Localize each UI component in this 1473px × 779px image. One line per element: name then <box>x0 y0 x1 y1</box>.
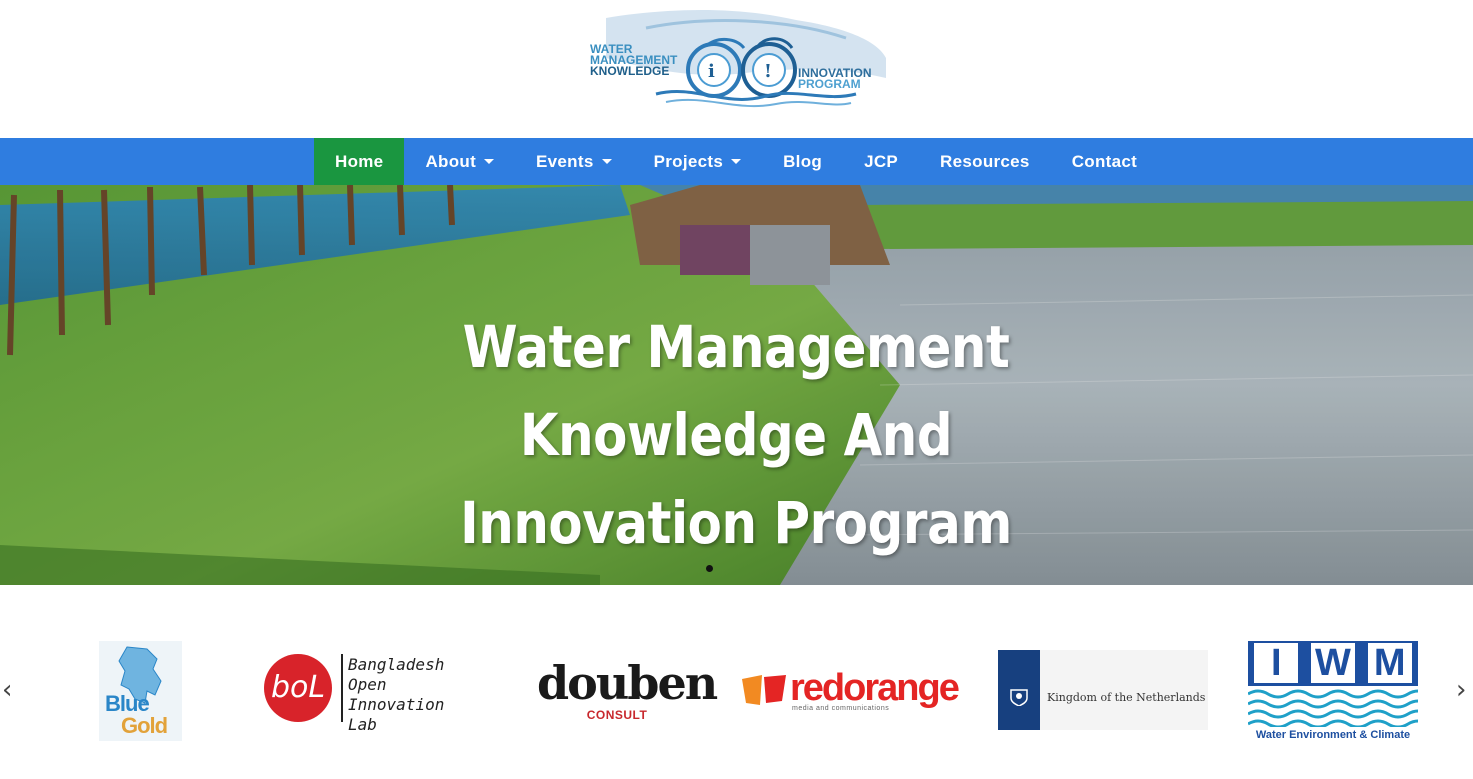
caret-down-icon <box>484 159 495 164</box>
iwm-caption: Water Environment & Climate <box>1255 729 1411 741</box>
hero-title: Water Management Knowledge And Innovatio… <box>306 303 1166 567</box>
bol-line: Bangladesh <box>348 655 445 674</box>
iwm-letter: W <box>1310 643 1355 683</box>
nav-item-blog[interactable]: Blog <box>762 138 843 185</box>
bol-line: Open Innovation <box>348 675 445 714</box>
nav-list: Home About Events Projects Blog JCP Reso… <box>314 138 1158 185</box>
nav-item-label: JCP <box>864 151 899 171</box>
nav-item-home[interactable]: Home <box>314 138 405 185</box>
nav-item-label: Blog <box>783 151 823 171</box>
slider-dot[interactable] <box>706 565 713 572</box>
main-nav: Home About Events Projects Blog JCP Reso… <box>0 138 1473 185</box>
netherlands-text: Kingdom of the Netherlands <box>1047 691 1206 704</box>
bol-line: Lab <box>348 715 377 734</box>
bol-mark: boL <box>264 654 332 722</box>
hero-slider: Water Management Knowledge And Innovatio… <box>0 185 1473 585</box>
iwm-letters: I W M <box>1248 643 1418 683</box>
nav-item-resources[interactable]: Resources <box>919 138 1051 185</box>
douben-name: douben <box>537 656 718 710</box>
partner-logo-bol[interactable]: boL Bangladesh Open Innovation Lab <box>262 652 490 734</box>
partner-logo-redorange[interactable]: redorange media and communications <box>742 667 968 715</box>
logo-line: KNOWLEDGE <box>590 64 670 78</box>
caret-down-icon <box>731 159 742 164</box>
partners-carousel: ‹ › Blue Gold boL Bangladesh Open Innova… <box>0 585 1473 779</box>
nav-item-label: Projects <box>653 151 724 171</box>
nav-item-events[interactable]: Events <box>515 138 633 185</box>
logo-letter-exclaim: ! <box>764 61 772 82</box>
nav-item-jcp[interactable]: JCP <box>843 138 919 185</box>
site-logo[interactable]: WATER MANAGEMENT KNOWLEDGE i ! INNOVATIO… <box>586 8 888 112</box>
redorange-mark-icon <box>742 675 786 705</box>
bol-divider <box>341 654 343 722</box>
nav-item-contact[interactable]: Contact <box>1051 138 1158 185</box>
nav-item-projects[interactable]: Projects <box>633 138 763 185</box>
bluegold-word-gold: Gold <box>121 713 168 738</box>
redorange-sub: media and communications <box>792 705 890 712</box>
partner-logo-netherlands[interactable]: Kingdom of the Netherlands <box>998 650 1208 730</box>
chevron-right-icon[interactable]: › <box>1456 677 1466 703</box>
partner-logo-iwm[interactable]: I W M Water Environment & Climate <box>1248 641 1418 745</box>
logo-line: PROGRAM <box>798 77 861 91</box>
nav-item-label: Events <box>536 151 594 171</box>
nav-item-about[interactable]: About <box>404 138 515 185</box>
iwm-letter: I <box>1254 643 1299 683</box>
logo-text-left: WATER MANAGEMENT KNOWLEDGE <box>590 43 677 78</box>
chevron-left-icon[interactable]: ‹ <box>2 677 12 703</box>
hero-title-line: Innovation Program <box>460 489 1012 557</box>
partner-logo-bluegold[interactable]: Blue Gold <box>99 641 182 741</box>
bol-text: Bangladesh Open Innovation Lab <box>348 655 490 735</box>
site-header: WATER MANAGEMENT KNOWLEDGE i ! INNOVATIO… <box>0 0 1473 138</box>
nav-item-label: Home <box>335 151 384 171</box>
netherlands-banner <box>998 650 1040 730</box>
iwm-waves-icon <box>1248 686 1418 727</box>
hero-title-line: Water Management Knowledge And <box>462 313 1010 469</box>
nav-item-label: Contact <box>1071 151 1138 171</box>
nav-item-label: About <box>425 151 477 171</box>
coat-of-arms-icon <box>1010 689 1028 706</box>
logo-letter-i: i <box>708 61 715 82</box>
nav-item-label: Resources <box>940 151 1030 171</box>
caret-down-icon <box>601 159 612 164</box>
iwm-letter: M <box>1367 643 1412 683</box>
logo-text-right: INNOVATION PROGRAM <box>798 67 872 91</box>
douben-sub: CONSULT <box>586 708 648 722</box>
partner-logo-douben[interactable]: douben CONSULT <box>537 656 718 728</box>
redorange-name: redorange <box>790 667 960 709</box>
